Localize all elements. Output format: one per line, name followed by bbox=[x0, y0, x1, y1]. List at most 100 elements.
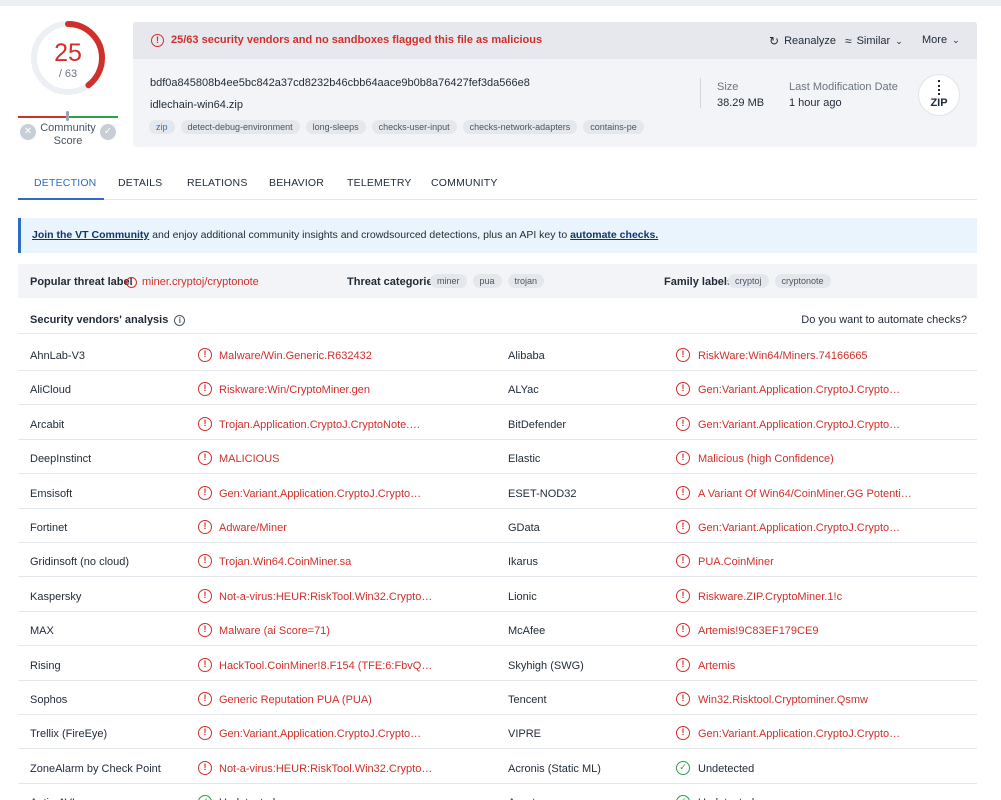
detection-score: 25 / 63 bbox=[30, 20, 106, 96]
threat-category-chip[interactable]: trojan bbox=[507, 274, 545, 288]
vendor-name: ALYac bbox=[508, 384, 539, 397]
alert-circle-icon: ! bbox=[676, 451, 690, 466]
size-value: 38.29 MB bbox=[717, 97, 765, 109]
more-label: More bbox=[922, 34, 948, 46]
vendor-result[interactable]: Gen:Variant.Application.CryptoJ.Crypto… bbox=[219, 728, 421, 740]
vendor-name: Skyhigh (SWG) bbox=[508, 659, 584, 672]
check-circle-icon: ✓ bbox=[198, 795, 212, 800]
vendor-result[interactable]: Gen:Variant.Application.CryptoJ.Crypto… bbox=[219, 488, 421, 500]
alert-circle-icon: ! bbox=[676, 485, 690, 500]
vendor-result[interactable]: Not-a-virus:HEUR:RiskTool.Win32.Crypto… bbox=[219, 763, 432, 775]
family-label-chip[interactable]: cryptonote bbox=[774, 274, 831, 288]
threat-categories: miner pua trojan bbox=[430, 274, 545, 288]
vendor-result[interactable]: PUA.CoinMiner bbox=[698, 556, 774, 568]
tab-detection[interactable]: DETECTION bbox=[34, 177, 96, 189]
chevron-down-icon: ⌄ bbox=[952, 34, 960, 45]
vendor-result[interactable]: RiskWare:Win64/Miners.74166665 bbox=[698, 350, 868, 362]
vendor-name: Arcabit bbox=[30, 418, 65, 431]
vendor-name: VIPRE bbox=[508, 728, 542, 741]
file-summary-card: ! 25/63 security vendors and no sandboxe… bbox=[133, 22, 977, 147]
file-tag[interactable]: long-sleeps bbox=[305, 120, 366, 134]
tab-telemetry[interactable]: TELEMETRY bbox=[347, 177, 412, 189]
tab-details[interactable]: DETAILS bbox=[118, 177, 162, 189]
vote-malicious-button[interactable]: ✕ bbox=[20, 124, 36, 140]
zipper-icon bbox=[938, 80, 940, 95]
file-hash[interactable]: bdf0a845808b4ee5bc842a37cd8232b46cbb64aa… bbox=[150, 77, 530, 89]
file-tag[interactable]: zip bbox=[149, 120, 175, 134]
table-row: DeepInstinct! MALICIOUS Elastic! Malicious … bbox=[18, 440, 977, 475]
vendor-result[interactable]: MALICIOUS bbox=[219, 453, 280, 465]
join-community-link[interactable]: Join the VT Community bbox=[32, 229, 149, 241]
threat-category-chip[interactable]: miner bbox=[430, 274, 467, 288]
table-row: ZoneAlarm by Check Point! Not-a-virus:HEU… bbox=[18, 750, 977, 784]
alert-circle-icon: ! bbox=[198, 588, 212, 603]
vendor-result[interactable]: Win32.Risktool.Cryptominer.Qsmw bbox=[698, 694, 868, 706]
family-labels: cryptoj cryptonote bbox=[728, 274, 831, 288]
vendor-result[interactable]: Artemis bbox=[698, 660, 735, 672]
vendor-result[interactable]: Gen:Variant.Application.CryptoJ.Crypto… bbox=[698, 728, 900, 740]
vote-harmless-button[interactable]: ✓ bbox=[100, 124, 116, 140]
tab-behavior[interactable]: BEHAVIOR bbox=[269, 177, 324, 189]
vendor-name: Elastic bbox=[508, 453, 541, 466]
chevron-down-icon: ⌄ bbox=[895, 35, 903, 46]
file-tag[interactable]: detect-debug-environment bbox=[180, 120, 300, 134]
vendor-result[interactable]: Gen:Variant.Application.CryptoJ.Crypto… bbox=[698, 522, 900, 534]
vendor-name: ESET-NOD32 bbox=[508, 487, 577, 500]
vendor-result[interactable]: Not-a-virus:HEUR:RiskTool.Win32.Crypto… bbox=[219, 591, 432, 603]
community-score-marker bbox=[66, 111, 69, 121]
vendor-result[interactable]: Malware (ai Score=71) bbox=[219, 625, 330, 637]
vendor-result[interactable]: Malware/Win.Generic.R632432 bbox=[219, 350, 372, 362]
vendor-result[interactable]: Artemis!9C83EF179CE9 bbox=[698, 625, 818, 637]
alert-circle-icon: ! bbox=[676, 348, 690, 362]
alert-circle-icon: ! bbox=[676, 692, 690, 706]
vendor-result[interactable]: Generic Reputation PUA (PUA) bbox=[219, 694, 372, 706]
table-row: Gridinsoft (no cloud)! Trojan.Win64.CoinM… bbox=[18, 543, 977, 578]
threat-category-chip[interactable]: pua bbox=[472, 274, 502, 288]
community-score-label: Community Score bbox=[38, 122, 98, 148]
vendor-result[interactable]: Trojan.Application.CryptoJ.CryptoNote.… bbox=[219, 419, 420, 431]
alert-icon: ! bbox=[126, 276, 137, 288]
popular-threat-value[interactable]: ! miner.cryptoj/cryptonote bbox=[126, 276, 259, 288]
popular-threat-text: miner.cryptoj/cryptonote bbox=[142, 276, 259, 288]
file-type-label: ZIP bbox=[930, 97, 948, 109]
popular-threat-label: Popular threat label bbox=[30, 276, 133, 288]
wave-icon: ≈ bbox=[845, 34, 852, 48]
vendor-name: Tencent bbox=[508, 694, 547, 706]
check-circle-icon: ✓ bbox=[676, 795, 690, 800]
vendor-name: Trellix (FireEye) bbox=[30, 728, 108, 741]
table-row: Sophos! Generic Reputation PUA (PUA) Tence… bbox=[18, 681, 977, 715]
tab-relations[interactable]: RELATIONS bbox=[187, 177, 248, 189]
reanalyze-button[interactable]: ↻ Reanalyze bbox=[769, 34, 836, 48]
vendor-name: Sophos bbox=[30, 694, 68, 706]
community-label-line1: Community bbox=[40, 122, 96, 134]
alert-circle-icon: ! bbox=[198, 416, 212, 431]
automate-checks-link[interactable]: automate checks. bbox=[570, 229, 658, 241]
vendors-analysis-header: Security vendors' analysis i Do you want… bbox=[18, 306, 977, 334]
more-dropdown[interactable]: More ⌄ bbox=[922, 34, 960, 46]
vendor-result[interactable]: Riskware.ZIP.CryptoMiner.1!c bbox=[698, 591, 842, 603]
table-row: AliCloud! Riskware:Win/CryptoMiner.gen ALY… bbox=[18, 371, 977, 406]
vendor-name: AhnLab-V3 bbox=[30, 350, 86, 362]
tab-community[interactable]: COMMUNITY bbox=[431, 177, 498, 189]
active-tab-indicator bbox=[18, 198, 104, 200]
file-tag[interactable]: contains-pe bbox=[583, 120, 644, 134]
similar-dropdown[interactable]: ≈ Similar ⌄ bbox=[845, 34, 903, 48]
table-row: Arcabit! Trojan.Application.CryptoJ.Crypt… bbox=[18, 406, 977, 440]
file-tag[interactable]: checks-user-input bbox=[371, 120, 457, 134]
vendor-result[interactable]: Adware/Miner bbox=[219, 522, 287, 534]
vendor-result[interactable]: Gen:Variant.Application.CryptoJ.Crypto… bbox=[698, 419, 900, 431]
vendor-result[interactable]: HackTool.CoinMiner!8.F154 (TFE:6:FbvQ… bbox=[219, 660, 432, 672]
family-label-chip[interactable]: cryptoj bbox=[728, 274, 769, 288]
file-tag[interactable]: checks-network-adapters bbox=[462, 120, 578, 134]
vendor-result[interactable]: Malicious (high Confidence) bbox=[698, 453, 834, 465]
alert-circle-icon: ! bbox=[676, 554, 690, 569]
table-row: Fortinet! Adware/Miner GData! Gen:Variant.A… bbox=[18, 509, 977, 543]
vendor-result[interactable]: A Variant Of Win64/CoinMiner.GG Potenti… bbox=[698, 488, 912, 500]
automate-checks-prompt[interactable]: Do you want to automate checks? bbox=[801, 314, 967, 326]
vendor-result[interactable]: Riskware:Win/CryptoMiner.gen bbox=[219, 384, 370, 396]
banner-text: Join the VT Community and enjoy addition… bbox=[32, 229, 658, 241]
reanalyze-label: Reanalyze bbox=[784, 35, 837, 47]
vendor-result[interactable]: Trojan.Win64.CoinMiner.sa bbox=[219, 556, 351, 568]
vendor-result[interactable]: Gen:Variant.Application.CryptoJ.Crypto… bbox=[698, 384, 900, 396]
info-icon[interactable]: i bbox=[174, 314, 186, 326]
